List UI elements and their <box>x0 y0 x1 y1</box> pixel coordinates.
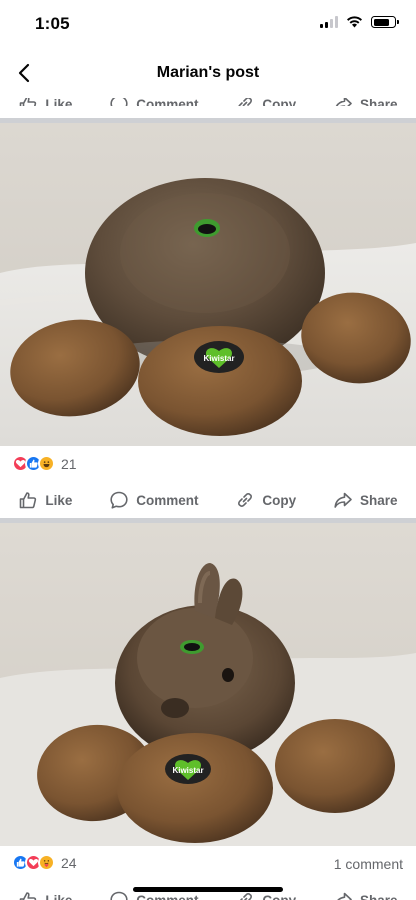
share-button[interactable]: Share <box>333 890 398 900</box>
reaction-count: 24 <box>61 854 77 871</box>
comment-bubble-icon <box>110 891 128 900</box>
kiwistar-sticker-text: Kiwistar <box>172 766 203 775</box>
comment-label: Comment <box>136 892 199 900</box>
share-label: Share <box>360 892 398 900</box>
post-header: Marian's post <box>0 48 416 98</box>
thumbs-up-icon <box>20 892 37 900</box>
share-arrow-icon <box>337 892 352 900</box>
copy-label: Copy <box>262 892 297 900</box>
thumbs-up-icon <box>20 492 37 509</box>
kiwistar-sticker-text: Kiwistar <box>203 354 234 363</box>
cellular-signal-icon <box>320 16 338 28</box>
page-title: Marian's post <box>156 64 260 81</box>
share-label: Share <box>360 492 398 508</box>
care-reaction-icon <box>38 854 55 871</box>
status-time: 1:05 <box>35 14 70 33</box>
status-bar: 1:05 <box>0 0 416 48</box>
post-photo[interactable]: Kiwistar <box>0 523 416 846</box>
comment-button[interactable]: Comment <box>109 490 199 510</box>
bunny-with-kiwis-photo: Kiwistar <box>0 523 416 846</box>
post-photo[interactable]: Kiwistar <box>0 123 416 446</box>
comment-label: Comment <box>136 492 199 508</box>
post-action-bar: Like Comment Copy Share <box>0 488 416 512</box>
wifi-icon <box>347 16 362 28</box>
copy-button[interactable]: Copy <box>235 490 296 510</box>
like-button[interactable]: Like <box>18 890 72 900</box>
post-screen: 1:05 Marian's post Like Comment Copy Sha… <box>0 0 416 900</box>
link-icon <box>238 493 253 507</box>
battery-icon <box>371 16 399 28</box>
bunny-with-kiwis-photo: Kiwistar <box>0 123 416 446</box>
comment-bubble-icon <box>110 491 128 509</box>
like-label: Like <box>45 892 73 900</box>
share-arrow-icon <box>334 492 352 508</box>
copy-label: Copy <box>262 492 297 508</box>
home-indicator[interactable] <box>133 887 283 892</box>
reactions-summary[interactable]: 21 <box>12 455 77 472</box>
share-button[interactable]: Share <box>333 490 398 510</box>
status-icons <box>320 16 399 28</box>
reactions-summary[interactable]: 24 <box>12 854 77 871</box>
comments-count-link[interactable]: 1 comment <box>334 856 403 872</box>
reaction-count: 21 <box>61 455 77 472</box>
like-label: Like <box>45 492 73 508</box>
haha-reaction-icon <box>38 455 55 472</box>
like-button[interactable]: Like <box>18 490 72 510</box>
